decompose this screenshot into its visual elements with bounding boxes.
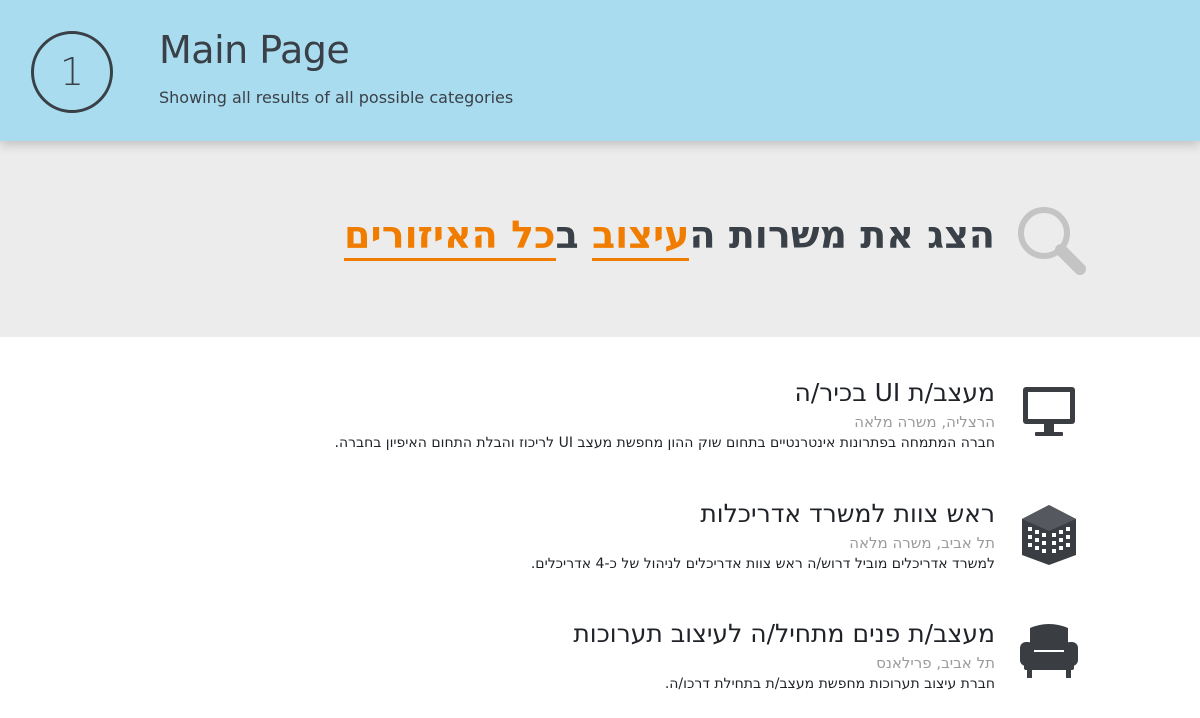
job-listing[interactable]: מעצב/ת UI בכיר/ה הרצליה, משרה מלאה חברה … (335, 378, 996, 451)
job-listing[interactable]: ראש צוות למשרד אדריכלות תל אביב, משרה מל… (531, 499, 995, 572)
job-description: חברת עיצוב תערוכות מחפשת מעצב/ת בתחילת ד… (664, 676, 995, 692)
job-description: למשרד אדריכלים מוביל דרוש/ה ראש צוות אדר… (530, 556, 995, 572)
magnifier-icon[interactable] (1014, 203, 1088, 277)
location-selector[interactable]: כל האיזורים (344, 213, 556, 261)
job-title[interactable]: ראש צוות למשרד אדריכלות (531, 499, 995, 528)
search-middle: ב (555, 213, 592, 257)
job-meta: הרצליה, משרה מלאה (854, 413, 995, 431)
page-header: 1 Main Page Showing all results of all p… (0, 0, 1200, 141)
category-selector[interactable]: עיצוב (591, 213, 690, 261)
search-prefix: הצג את משרות ה (689, 213, 995, 257)
step-number-badge: 1 (31, 31, 113, 113)
job-title[interactable]: מעצב/ת UI בכיר/ה (335, 378, 995, 407)
monitor-icon (1023, 387, 1075, 436)
page-title: Main Page (159, 28, 350, 72)
building-icon (1022, 505, 1076, 565)
job-listing[interactable]: מעצב/ת פנים מתחיל/ה לעיצוב תערוכות תל אב… (573, 619, 995, 692)
job-title[interactable]: מעצב/ת פנים מתחיל/ה לעיצוב תערוכות (573, 619, 995, 648)
job-meta: תל אביב, משרה מלאה (849, 534, 995, 552)
search-sentence: הצג את משרות העיצוב בכל האיזורים (344, 213, 995, 261)
job-meta: תל אביב, פרילאנס (876, 654, 995, 672)
armchair-icon (1020, 624, 1078, 678)
job-description: חברה המתמחה בפתרונות אינטרנטיים בתחום שו… (334, 435, 996, 451)
page-subtitle: Showing all results of all possible cate… (159, 88, 514, 107)
search-band: הצג את משרות העיצוב בכל האיזורים (0, 141, 1200, 337)
